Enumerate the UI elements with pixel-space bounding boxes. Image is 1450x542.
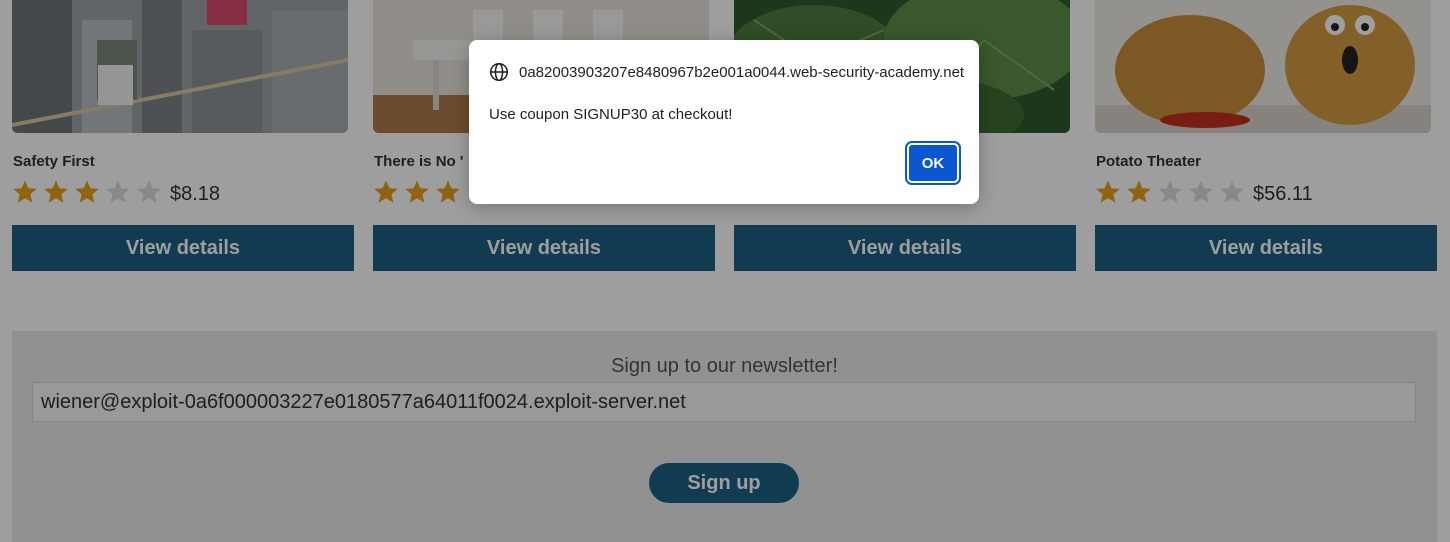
globe-icon — [489, 62, 509, 82]
ok-button[interactable]: OK — [907, 143, 959, 183]
alert-dialog: 0a82003903207e8480967b2e001a0044.web-sec… — [469, 40, 979, 204]
dialog-message: Use coupon SIGNUP30 at checkout! — [489, 106, 733, 123]
dialog-origin: 0a82003903207e8480967b2e001a0044.web-sec… — [489, 62, 964, 82]
dialog-origin-text: 0a82003903207e8480967b2e001a0044.web-sec… — [519, 63, 965, 81]
